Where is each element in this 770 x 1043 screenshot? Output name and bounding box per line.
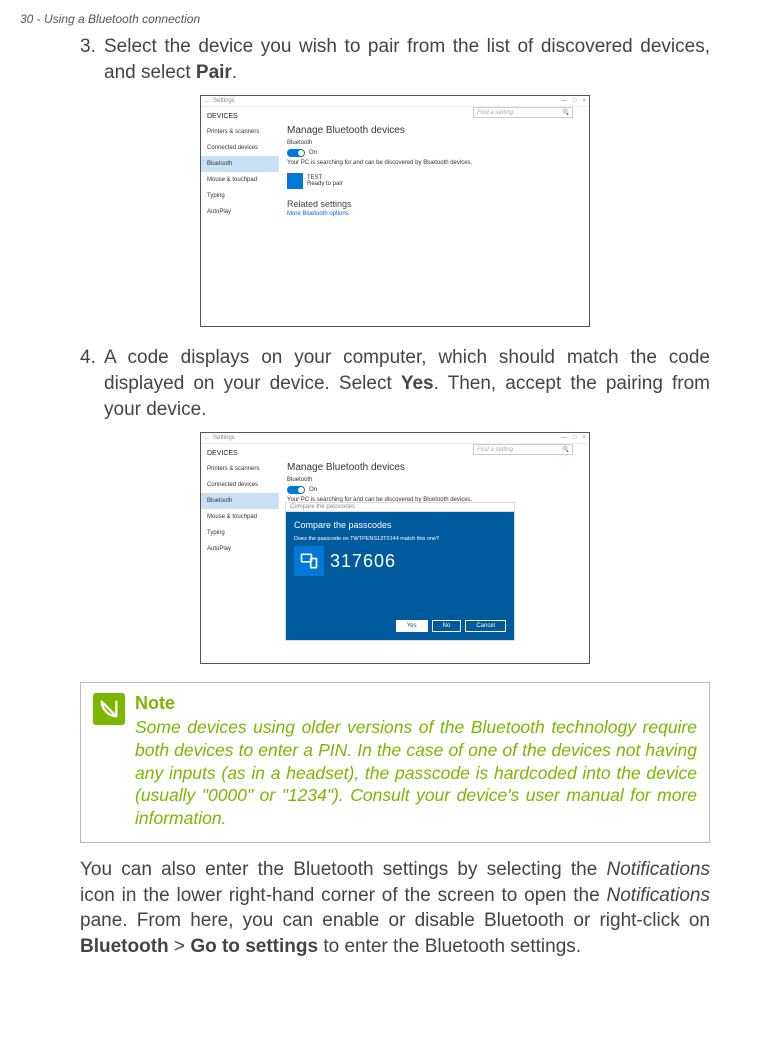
search-input[interactable]: Find a setting 🔍 (473, 107, 573, 118)
italic-notifications-2: Notifications (607, 885, 711, 906)
device-status: Ready to pair (307, 181, 343, 187)
sidebar-heading: DEVICES (201, 111, 279, 124)
text: Select the device you wish to pair from … (104, 36, 710, 83)
bluetooth-label: Bluetooth (287, 140, 581, 146)
window-titlebar: ← Settings — □ × (201, 96, 589, 107)
back-icon: ← (204, 98, 210, 104)
text: to enter the Bluetooth settings. (318, 936, 581, 957)
dialog-window-title: Compare the passcodes (290, 504, 355, 510)
passcode: 317606 (330, 551, 396, 572)
back-icon: ← (204, 435, 210, 441)
device-row[interactable]: TEST Ready to pair (287, 173, 581, 189)
step-number: 3. (80, 34, 104, 85)
step-4: 4. A code displays on your computer, whi… (80, 345, 710, 422)
search-icon: 🔍 (562, 109, 569, 116)
sidebar-item-mouse[interactable]: Mouse & touchpad (201, 509, 279, 525)
dialog-titlebar: Compare the passcodes (285, 502, 515, 512)
step-text: A code displays on your computer, which … (104, 345, 710, 422)
step-text: Select the device you wish to pair from … (104, 34, 710, 85)
more-options-link[interactable]: More Bluetooth options (287, 211, 581, 217)
text: You can also enter the Bluetooth setting… (80, 859, 607, 880)
passcode-dialog: Compare the passcodes Compare the passco… (285, 502, 515, 641)
close-icon: × (582, 435, 586, 441)
main-heading: Manage Bluetooth devices (287, 125, 581, 136)
bluetooth-toggle[interactable]: On (287, 149, 581, 157)
toggle-state: On (309, 150, 317, 156)
maximize-icon: □ (573, 435, 577, 441)
sidebar-heading: DEVICES (201, 448, 279, 461)
main-pane: Find a setting 🔍 Manage Bluetooth device… (279, 444, 589, 663)
sidebar-item-typing[interactable]: Typing (201, 525, 279, 541)
minimize-icon: — (561, 435, 567, 441)
note-title: Note (135, 693, 697, 714)
closing-paragraph: You can also enter the Bluetooth setting… (80, 857, 710, 960)
searching-text: Your PC is searching for and can be disc… (287, 160, 581, 167)
sidebar-item-mouse[interactable]: Mouse & touchpad (201, 172, 279, 188)
toggle-switch-icon (287, 486, 305, 494)
screenshot-1-wrap: ← Settings — □ × DEVICES Printers & scan… (80, 95, 710, 327)
screenshot-2-wrap: ← Settings — □ × DEVICES Printers & scan… (80, 432, 710, 664)
bold-pair: Pair (196, 62, 232, 83)
no-button[interactable]: No (432, 620, 462, 632)
sidebar-item-autoplay[interactable]: AutoPlay (201, 541, 279, 557)
settings-window-screenshot-1: ← Settings — □ × DEVICES Printers & scan… (200, 95, 590, 327)
step-number: 4. (80, 345, 104, 422)
sidebar-item-printers[interactable]: Printers & scanners (201, 461, 279, 477)
note-text: Some devices using older versions of the… (135, 716, 697, 830)
sidebar-item-connected[interactable]: Connected devices (201, 140, 279, 156)
note-box: Note Some devices using older versions o… (80, 682, 710, 843)
search-placeholder: Find a setting (477, 110, 513, 116)
bold-yes: Yes (401, 373, 434, 394)
window-titlebar: ← Settings — □ × (201, 433, 589, 444)
dialog-question: Does the passcode on TWTPENS13T0144 matc… (294, 536, 506, 542)
minimize-icon: — (561, 98, 567, 104)
settings-window-screenshot-2: ← Settings — □ × DEVICES Printers & scan… (200, 432, 590, 664)
search-icon: 🔍 (562, 446, 569, 453)
text: pane. From here, you can enable or disab… (80, 910, 710, 931)
page-header: 30 - Using a Bluetooth connection (0, 0, 770, 34)
yes-button[interactable]: Yes (396, 620, 428, 632)
device-icon (287, 173, 303, 189)
search-placeholder: Find a setting (477, 447, 513, 453)
window-title: Settings (213, 435, 235, 441)
note-icon (93, 693, 125, 725)
step-3: 3. Select the device you wish to pair fr… (80, 34, 710, 85)
maximize-icon: □ (573, 98, 577, 104)
cancel-button[interactable]: Cancel (465, 620, 506, 632)
window-title: Settings (213, 98, 235, 104)
sidebar-item-printers[interactable]: Printers & scanners (201, 124, 279, 140)
toggle-switch-icon (287, 149, 305, 157)
devices-icon (294, 546, 324, 576)
main-heading: Manage Bluetooth devices (287, 462, 581, 473)
bluetooth-toggle[interactable]: On (287, 486, 581, 494)
sidebar-item-typing[interactable]: Typing (201, 188, 279, 204)
bold-bluetooth: Bluetooth (80, 936, 169, 957)
related-heading: Related settings (287, 199, 581, 209)
sidebar-item-bluetooth[interactable]: Bluetooth (201, 156, 279, 172)
bluetooth-label: Bluetooth (287, 477, 581, 483)
sidebar-item-connected[interactable]: Connected devices (201, 477, 279, 493)
dialog-heading: Compare the passcodes (294, 520, 506, 530)
search-input[interactable]: Find a setting 🔍 (473, 444, 573, 455)
close-icon: × (582, 98, 586, 104)
sidebar-item-autoplay[interactable]: AutoPlay (201, 204, 279, 220)
text: > (169, 936, 191, 957)
page-content: 3. Select the device you wish to pair fr… (0, 34, 770, 990)
toggle-state: On (309, 487, 317, 493)
dialog-body: Compare the passcodes Does the passcode … (285, 512, 515, 641)
text: icon in the lower right-hand corner of t… (80, 885, 607, 906)
sidebar-item-bluetooth[interactable]: Bluetooth (201, 493, 279, 509)
text: . (232, 62, 237, 83)
bold-go-to-settings: Go to settings (190, 936, 318, 957)
sidebar: DEVICES Printers & scanners Connected de… (201, 107, 279, 326)
italic-notifications-1: Notifications (607, 859, 711, 880)
main-pane: Find a setting 🔍 Manage Bluetooth device… (279, 107, 589, 326)
sidebar: DEVICES Printers & scanners Connected de… (201, 444, 279, 663)
